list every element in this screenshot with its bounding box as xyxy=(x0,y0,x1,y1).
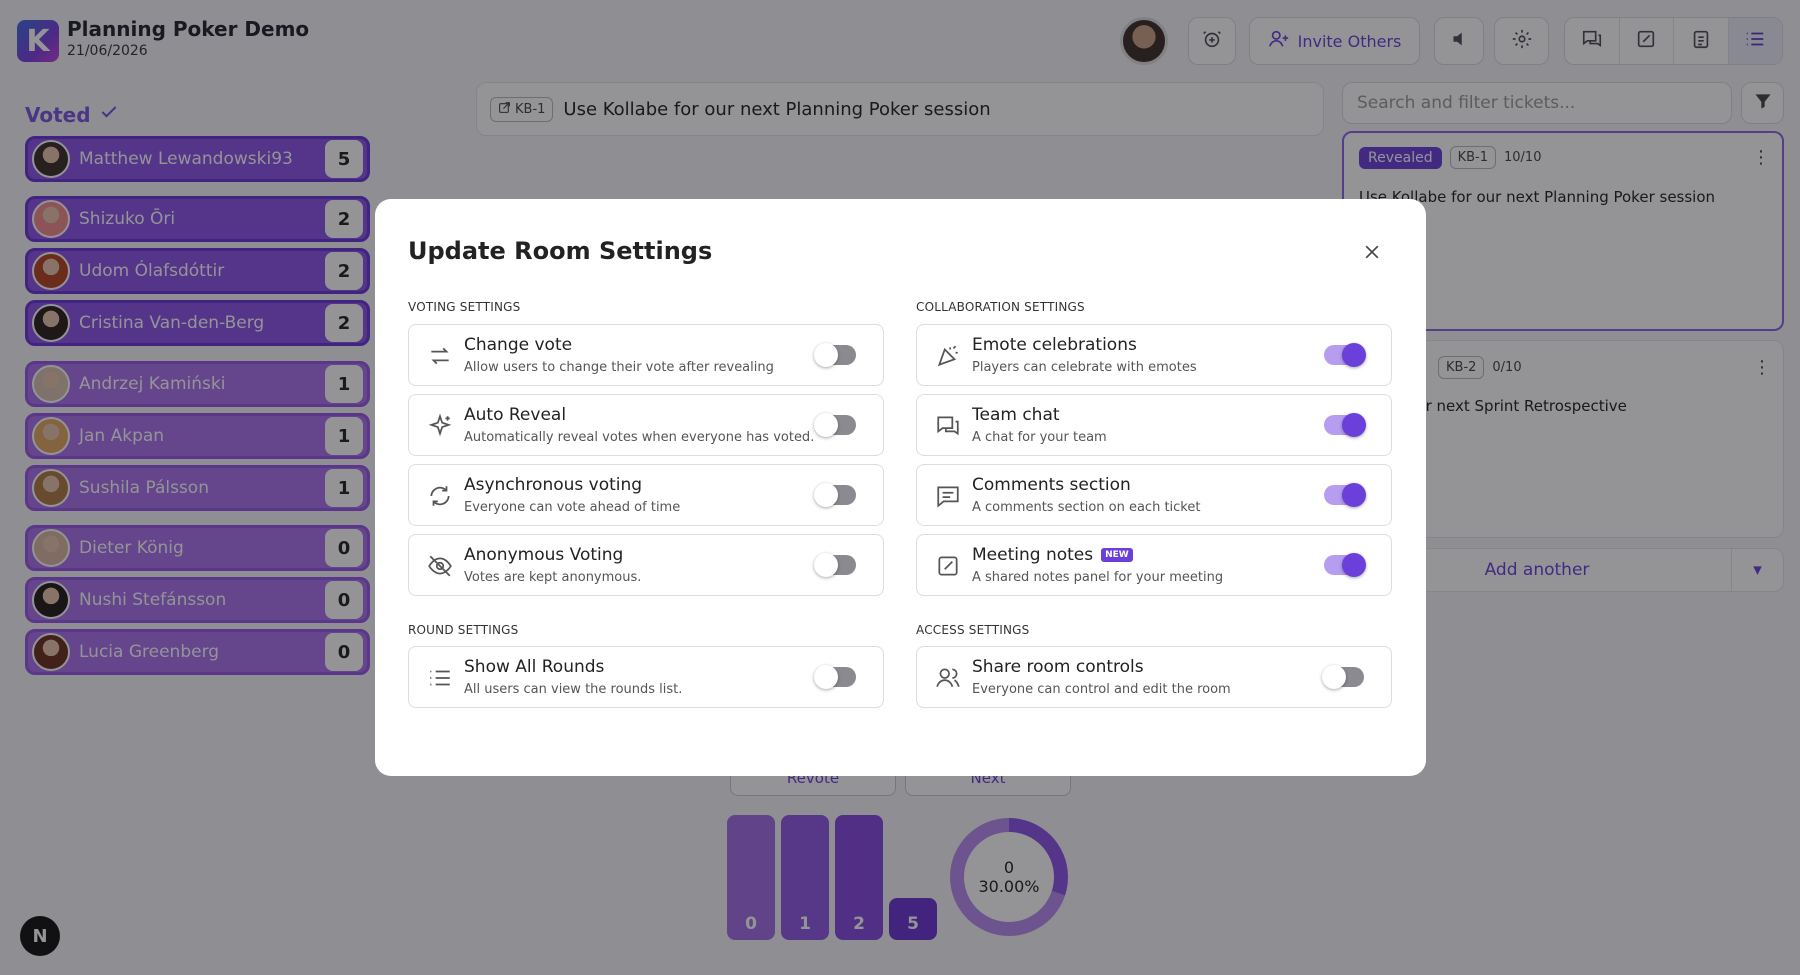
asynchronous-voting-toggle[interactable] xyxy=(814,483,856,507)
setting-change-vote: Change vote Allow users to change their v… xyxy=(408,324,884,386)
setting-description: Everyone can control and edit the room xyxy=(972,682,1231,697)
setting-title: Team chat xyxy=(972,405,1060,425)
emote-celebrations-toggle[interactable] xyxy=(1324,343,1366,367)
sync-icon xyxy=(427,483,453,509)
auto-reveal-toggle[interactable] xyxy=(814,413,856,437)
setting-description: All users can view the rounds list. xyxy=(464,682,683,697)
setting-description: Players can celebrate with emotes xyxy=(972,360,1197,375)
setting-description: Automatically reveal votes when everyone… xyxy=(464,430,815,445)
comment-icon xyxy=(935,483,961,509)
setting-title: Asynchronous voting xyxy=(464,475,643,495)
setting-description: A chat for your team xyxy=(972,430,1107,445)
users-icon xyxy=(935,665,961,691)
party-icon xyxy=(935,343,961,369)
setting-title: Show All Rounds xyxy=(464,657,605,677)
comments-section-toggle[interactable] xyxy=(1324,483,1366,507)
setting-comments-section: Comments section A comments section on ea… xyxy=(916,464,1392,526)
setting-emote-celebrations: Emote celebrations Players can celebrate … xyxy=(916,324,1392,386)
round-settings-label: ROUND SETTINGS xyxy=(408,623,519,637)
notes-icon xyxy=(935,553,961,579)
change-vote-toggle[interactable] xyxy=(814,343,856,367)
setting-title: Share room controls xyxy=(972,657,1144,677)
setting-title: Change vote xyxy=(464,335,573,355)
team-chat-toggle[interactable] xyxy=(1324,413,1366,437)
setting-description: Everyone can vote ahead of time xyxy=(464,500,681,515)
setting-title: Auto Reveal xyxy=(464,405,567,425)
setting-title: Anonymous Voting xyxy=(464,545,624,565)
setting-share-room-controls: Share room controls Everyone can control … xyxy=(916,646,1392,708)
eye-off-icon xyxy=(427,553,453,579)
collaboration-settings-label: COLLABORATION SETTINGS xyxy=(916,300,1085,314)
sparkles-icon xyxy=(427,413,453,439)
setting-auto-reveal: Auto Reveal Automatically reveal votes wh… xyxy=(408,394,884,456)
show-all-rounds-toggle[interactable] xyxy=(814,665,856,689)
setting-description: A shared notes panel for your meeting xyxy=(972,570,1224,585)
close-button[interactable] xyxy=(1359,241,1385,267)
share-room-controls-toggle[interactable] xyxy=(1322,665,1364,689)
anonymous-voting-toggle[interactable] xyxy=(814,553,856,577)
setting-anonymous-voting: Anonymous Voting Votes are kept anonymous… xyxy=(408,534,884,596)
setting-show-all-rounds: Show All Rounds All users can view the ro… xyxy=(408,646,884,708)
modal-title: Update Room Settings xyxy=(408,237,713,265)
setting-title: Comments section xyxy=(972,475,1131,495)
setting-description: Allow users to change their vote after r… xyxy=(464,360,774,375)
setting-title: Emote celebrations xyxy=(972,335,1137,355)
voting-settings-label: VOTING SETTINGS xyxy=(408,300,521,314)
meeting-notes-toggle[interactable] xyxy=(1324,553,1366,577)
new-badge: NEW xyxy=(1101,548,1133,562)
swap-icon xyxy=(427,343,453,369)
setting-team-chat: Team chat A chat for your team xyxy=(916,394,1392,456)
close-icon xyxy=(1362,242,1382,266)
access-settings-label: ACCESS SETTINGS xyxy=(916,623,1030,637)
list-icon xyxy=(427,665,453,691)
setting-title: Meeting notes NEW xyxy=(972,545,1133,565)
setting-asynchronous-voting: Asynchronous voting Everyone can vote ahe… xyxy=(408,464,884,526)
room-settings-modal: Update Room Settings VOTING SETTINGS COL… xyxy=(375,199,1426,776)
chat-icon xyxy=(935,413,961,439)
setting-description: Votes are kept anonymous. xyxy=(464,570,642,585)
setting-meeting-notes: Meeting notes NEW A shared notes panel for… xyxy=(916,534,1392,596)
setting-description: A comments section on each ticket xyxy=(972,500,1201,515)
